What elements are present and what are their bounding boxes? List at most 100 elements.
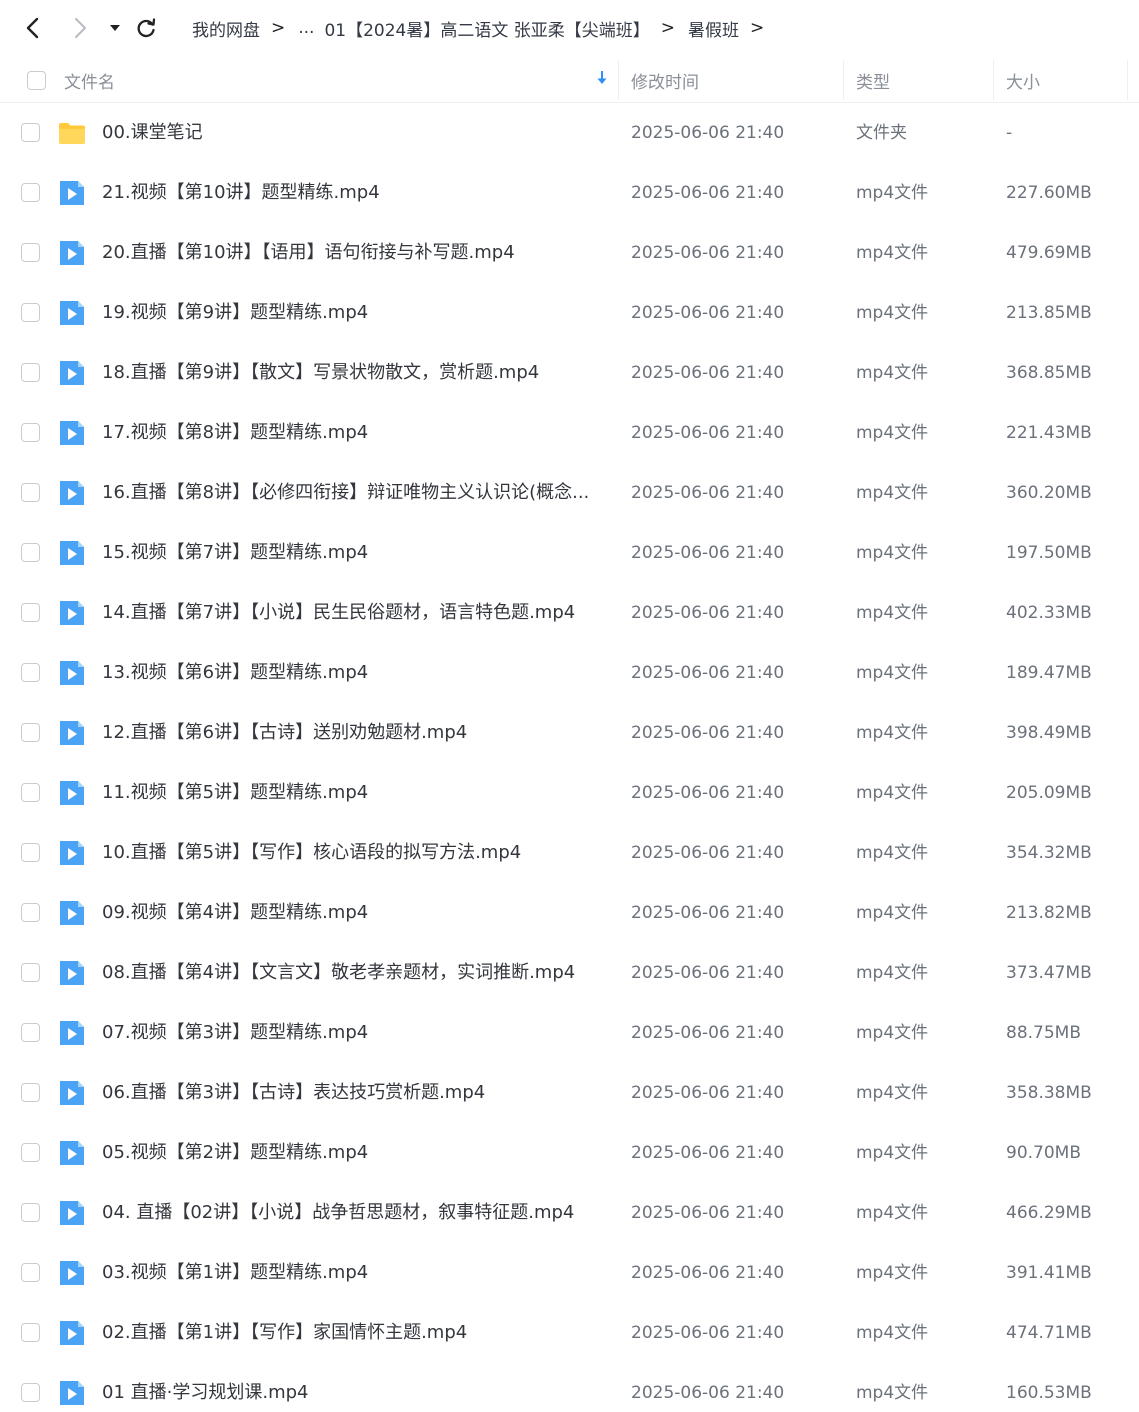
breadcrumb-root[interactable]: 我的网盘 xyxy=(192,16,260,41)
file-name[interactable]: 11.视频【第5讲】题型精练.mp4 xyxy=(102,763,602,823)
file-name[interactable]: 18.直播【第9讲】【散文】写景状物散文，赏析题.mp4 xyxy=(102,343,602,403)
column-header-type[interactable]: 类型 xyxy=(844,58,993,103)
file-row[interactable]: 13.视频【第6讲】题型精练.mp4 2025-06-06 21:40 mp4文件 1… xyxy=(0,643,1139,703)
breadcrumb-parent[interactable]: 01【2024暑】高二语文 张亚柔【尖端班】 xyxy=(324,16,649,41)
file-name[interactable]: 00.课堂笔记 xyxy=(102,103,602,163)
modified-time: 2025-06-06 21:40 xyxy=(631,303,785,323)
row-checkbox[interactable] xyxy=(21,543,40,562)
file-row[interactable]: 12.直播【第6讲】【古诗】送别劝勉题材.mp4 2025-06-06 21:40… xyxy=(0,703,1139,763)
modified-time: 2025-06-06 21:40 xyxy=(631,543,785,563)
file-row[interactable]: 09.视频【第4讲】题型精练.mp4 2025-06-06 21:40 mp4文件 2… xyxy=(0,883,1139,943)
file-name[interactable]: 03.视频【第1讲】题型精练.mp4 xyxy=(102,1243,602,1303)
row-checkbox[interactable] xyxy=(21,243,40,262)
breadcrumb-current[interactable]: 暑假班 xyxy=(688,16,739,41)
file-name[interactable]: 15.视频【第7讲】题型精练.mp4 xyxy=(102,523,602,583)
breadcrumb-ellipsis[interactable]: ... xyxy=(298,18,314,38)
row-checkbox[interactable] xyxy=(21,783,40,802)
file-name[interactable]: 05.视频【第2讲】题型精练.mp4 xyxy=(102,1123,602,1183)
row-checkbox[interactable] xyxy=(21,423,40,442)
file-size: 360.20MB xyxy=(1006,483,1092,503)
file-name[interactable]: 14.直播【第7讲】【小说】民生民俗题材，语言特色题.mp4 xyxy=(102,583,602,643)
file-row[interactable]: 19.视频【第9讲】题型精练.mp4 2025-06-06 21:40 mp4文件 2… xyxy=(0,283,1139,343)
select-all-checkbox[interactable] xyxy=(27,71,46,90)
file-row[interactable]: 07.视频【第3讲】题型精练.mp4 2025-06-06 21:40 mp4文件 8… xyxy=(0,1003,1139,1063)
row-checkbox[interactable] xyxy=(21,1023,40,1042)
modified-time: 2025-06-06 21:40 xyxy=(631,1383,785,1403)
file-size: 368.85MB xyxy=(1006,363,1092,383)
file-row[interactable]: 05.视频【第2讲】题型精练.mp4 2025-06-06 21:40 mp4文件 9… xyxy=(0,1123,1139,1183)
file-name[interactable]: 08.直播【第4讲】【文言文】敬老孝亲题材，实词推断.mp4 xyxy=(102,943,602,1003)
file-name[interactable]: 10.直播【第5讲】【写作】核心语段的拟写方法.mp4 xyxy=(102,823,602,883)
video-file-icon xyxy=(58,359,86,387)
file-row[interactable]: 11.视频【第5讲】题型精练.mp4 2025-06-06 21:40 mp4文件 2… xyxy=(0,763,1139,823)
file-row[interactable]: 17.视频【第8讲】题型精练.mp4 2025-06-06 21:40 mp4文件 2… xyxy=(0,403,1139,463)
video-file-icon xyxy=(58,479,86,507)
row-checkbox[interactable] xyxy=(21,1383,40,1402)
toolbar: 我的网盘 > ... 01【2024暑】高二语文 张亚柔【尖端班】 > 暑假班 … xyxy=(0,0,1139,56)
row-checkbox[interactable] xyxy=(21,483,40,502)
video-file-icon xyxy=(58,179,86,207)
row-checkbox[interactable] xyxy=(21,1083,40,1102)
row-checkbox[interactable] xyxy=(21,603,40,622)
file-row[interactable]: 14.直播【第7讲】【小说】民生民俗题材，语言特色题.mp4 2025-06-06… xyxy=(0,583,1139,643)
file-name[interactable]: 12.直播【第6讲】【古诗】送别劝勉题材.mp4 xyxy=(102,703,602,763)
file-name[interactable]: 01 直播·学习规划课.mp4 xyxy=(102,1363,602,1412)
column-header-modified[interactable]: 修改时间 xyxy=(619,58,843,103)
file-name[interactable]: 20.直播【第10讲】【语用】语句衔接与补写题.mp4 xyxy=(102,223,602,283)
video-file-icon xyxy=(58,1259,86,1287)
file-row[interactable]: 04. 直播【02讲】【小说】战争哲思题材，叙事特征题.mp4 2025-06-0… xyxy=(0,1183,1139,1243)
column-header-size[interactable]: 大小 xyxy=(994,58,1127,103)
file-row[interactable]: 18.直播【第9讲】【散文】写景状物散文，赏析题.mp4 2025-06-06 2… xyxy=(0,343,1139,403)
file-name[interactable]: 07.视频【第3讲】题型精练.mp4 xyxy=(102,1003,602,1063)
file-name[interactable]: 13.视频【第6讲】题型精练.mp4 xyxy=(102,643,602,703)
file-list: 00.课堂笔记 2025-06-06 21:40 文件夹 - 21.视频【第10讲】题型… xyxy=(0,103,1139,1412)
file-row[interactable]: 10.直播【第5讲】【写作】核心语段的拟写方法.mp4 2025-06-06 21… xyxy=(0,823,1139,883)
row-checkbox[interactable] xyxy=(21,1203,40,1222)
sort-descending-icon[interactable] xyxy=(596,70,608,90)
row-checkbox[interactable] xyxy=(21,843,40,862)
modified-time: 2025-06-06 21:40 xyxy=(631,1023,785,1043)
row-checkbox[interactable] xyxy=(21,123,40,142)
row-checkbox[interactable] xyxy=(21,903,40,922)
file-name[interactable]: 06.直播【第3讲】【古诗】表达技巧赏析题.mp4 xyxy=(102,1063,602,1123)
row-checkbox[interactable] xyxy=(21,723,40,742)
row-checkbox[interactable] xyxy=(21,1323,40,1342)
file-row[interactable]: 20.直播【第10讲】【语用】语句衔接与补写题.mp4 2025-06-06 21… xyxy=(0,223,1139,283)
video-file-icon xyxy=(58,299,86,327)
file-row[interactable]: 01 直播·学习规划课.mp4 2025-06-06 21:40 mp4文件 160.… xyxy=(0,1363,1139,1412)
file-size: 213.85MB xyxy=(1006,303,1092,323)
forward-button[interactable] xyxy=(62,10,98,46)
file-size: 474.71MB xyxy=(1006,1323,1092,1343)
file-type: mp4文件 xyxy=(856,1143,929,1163)
folder-row[interactable]: 00.课堂笔记 2025-06-06 21:40 文件夹 - xyxy=(0,103,1139,163)
file-row[interactable]: 03.视频【第1讲】题型精练.mp4 2025-06-06 21:40 mp4文件 3… xyxy=(0,1243,1139,1303)
file-name[interactable]: 16.直播【第8讲】【必修四衔接】辩证唯物主义认识论(概念... xyxy=(102,463,602,523)
file-row[interactable]: 15.视频【第7讲】题型精练.mp4 2025-06-06 21:40 mp4文件 1… xyxy=(0,523,1139,583)
row-checkbox[interactable] xyxy=(21,1143,40,1162)
file-row[interactable]: 08.直播【第4讲】【文言文】敬老孝亲题材，实词推断.mp4 2025-06-06… xyxy=(0,943,1139,1003)
column-header-name[interactable]: 文件名 xyxy=(52,58,618,103)
row-checkbox[interactable] xyxy=(21,303,40,322)
file-name[interactable]: 09.视频【第4讲】题型精练.mp4 xyxy=(102,883,602,943)
row-checkbox[interactable] xyxy=(21,1263,40,1282)
history-dropdown-button[interactable] xyxy=(103,10,127,46)
row-checkbox[interactable] xyxy=(21,363,40,382)
breadcrumb: 我的网盘 > ... 01【2024暑】高二语文 张亚柔【尖端班】 > 暑假班 … xyxy=(192,0,777,56)
file-name[interactable]: 17.视频【第8讲】题型精练.mp4 xyxy=(102,403,602,463)
breadcrumb-separator: > xyxy=(271,18,286,38)
file-name[interactable]: 04. 直播【02讲】【小说】战争哲思题材，叙事特征题.mp4 xyxy=(102,1183,602,1243)
row-checkbox[interactable] xyxy=(21,663,40,682)
file-name[interactable]: 21.视频【第10讲】题型精练.mp4 xyxy=(102,163,602,223)
row-checkbox[interactable] xyxy=(21,963,40,982)
file-size: 373.47MB xyxy=(1006,963,1092,983)
file-row[interactable]: 06.直播【第3讲】【古诗】表达技巧赏析题.mp4 2025-06-06 21:4… xyxy=(0,1063,1139,1123)
refresh-button[interactable] xyxy=(128,10,164,46)
file-row[interactable]: 16.直播【第8讲】【必修四衔接】辩证唯物主义认识论(概念... 2025-06-… xyxy=(0,463,1139,523)
file-name[interactable]: 02.直播【第1讲】【写作】家国情怀主题.mp4 xyxy=(102,1303,602,1363)
back-button[interactable] xyxy=(15,10,51,46)
file-row[interactable]: 02.直播【第1讲】【写作】家国情怀主题.mp4 2025-06-06 21:40… xyxy=(0,1303,1139,1363)
file-row[interactable]: 21.视频【第10讲】题型精练.mp4 2025-06-06 21:40 mp4文件… xyxy=(0,163,1139,223)
file-size: 227.60MB xyxy=(1006,183,1092,203)
file-name[interactable]: 19.视频【第9讲】题型精练.mp4 xyxy=(102,283,602,343)
row-checkbox[interactable] xyxy=(21,183,40,202)
